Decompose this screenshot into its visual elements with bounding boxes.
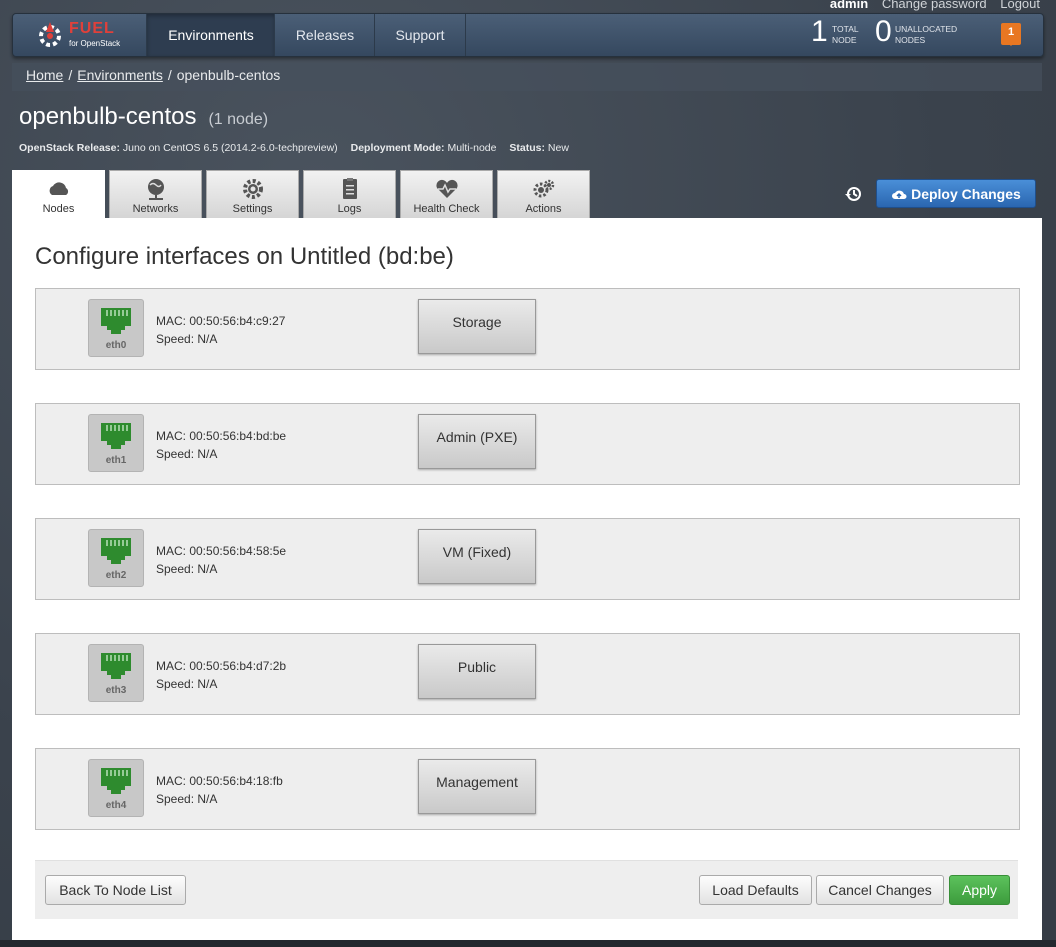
apply-button[interactable]: Apply [949,875,1010,905]
main-navbar: FUEL for OpenStack Environments Releases… [12,13,1044,57]
mac-address: MAC: 00:50:56:b4:18:fb [156,774,283,788]
tab-networks[interactable]: Networks [109,170,202,218]
nav-support[interactable]: Support [374,14,466,56]
port-eth1[interactable]: eth1 [88,414,144,472]
port-eth2[interactable]: eth2 [88,529,144,587]
brand-sub: for OpenStack [69,39,121,48]
unallocated-nodes-label: UNALLOCATED NODES [895,24,958,45]
interface-row: eth0 MAC: 00:50:56:b4:c9:27 Speed: N/A S… [35,288,1020,370]
page-heading: Configure interfaces on Untitled (bd:be) [35,243,454,270]
total-nodes-label: TOTAL NODE [832,24,859,45]
tab-health-check[interactable]: Health Check [400,170,493,218]
interface-row: eth2 MAC: 00:50:56:b4:58:5e Speed: N/A V… [35,518,1020,600]
cloud-icon [49,182,68,195]
interface-info: MAC: 00:50:56:b4:d7:2b Speed: N/A [156,657,286,693]
node-count: (1 node) [208,111,269,128]
ethernet-port-icon [101,308,131,334]
ethernet-port-icon [101,653,131,679]
mode-value: Multi-node [447,142,497,154]
gear-icon [242,179,263,199]
tab-nodes[interactable]: Nodes [12,170,105,219]
page-title: openbulb-centos (1 node) [19,103,268,131]
globe-icon [147,179,164,200]
deploy-changes-button[interactable]: Deploy Changes [876,179,1036,208]
total-nodes-count: 1 [811,15,828,48]
interface-info: MAC: 00:50:56:b4:18:fb Speed: N/A [156,772,283,808]
interface-row: eth3 MAC: 00:50:56:b4:d7:2b Speed: N/A P… [35,633,1020,715]
unallocated-nodes-count: 0 [875,15,892,48]
speed: Speed: N/A [156,332,218,346]
nav-environments[interactable]: Environments [146,14,275,56]
tab-actions[interactable]: Actions [497,170,590,218]
network-management[interactable]: Management [418,759,536,814]
interface-info: MAC: 00:50:56:b4:58:5e Speed: N/A [156,542,286,578]
brand-name: FUEL [69,20,115,37]
interface-info: MAC: 00:50:56:b4:c9:27 Speed: N/A [156,312,285,348]
breadcrumb-current: openbulb-centos [176,67,281,83]
interface-info: MAC: 00:50:56:b4:bd:be Speed: N/A [156,427,286,463]
user-bar: admin Change password Logout [820,0,1040,11]
network-vm-fixed[interactable]: VM (Fixed) [418,529,536,584]
nav-releases[interactable]: Releases [274,14,375,56]
port-eth0[interactable]: eth0 [88,299,144,357]
network-public[interactable]: Public [418,644,536,699]
breadcrumb-home[interactable]: Home [26,67,63,83]
form-footer: Back To Node List Load Defaults Cancel C… [35,860,1018,919]
back-to-node-list-button[interactable]: Back To Node List [45,875,186,905]
breadcrumb: Home / Environments / openbulb-centos [12,63,1042,91]
interface-row: eth4 MAC: 00:50:56:b4:18:fb Speed: N/A M… [35,748,1020,830]
change-password-link[interactable]: Change password [882,0,987,11]
port-eth4[interactable]: eth4 [88,759,144,817]
speed: Speed: N/A [156,447,218,461]
cancel-changes-button[interactable]: Cancel Changes [816,875,944,905]
mac-address: MAC: 00:50:56:b4:bd:be [156,429,287,443]
port-eth3[interactable]: eth3 [88,644,144,702]
ethernet-port-icon [101,768,131,794]
user-name[interactable]: admin [830,0,868,11]
load-defaults-button[interactable]: Load Defaults [699,875,812,905]
mac-address: MAC: 00:50:56:b4:d7:2b [156,659,287,673]
cloud-upload-icon [892,190,907,199]
speed: Speed: N/A [156,562,218,576]
interfaces-panel: Configure interfaces on Untitled (bd:be)… [12,218,1042,940]
network-storage[interactable]: Storage [418,299,536,354]
history-icon[interactable] [844,185,862,203]
environment-meta: OpenStack Release: Juno on CentOS 6.5 (2… [19,142,569,154]
network-admin-pxe[interactable]: Admin (PXE) [418,414,536,469]
speed: Speed: N/A [156,677,218,691]
fuel-logo-icon [39,22,61,47]
speed: Speed: N/A [156,792,218,806]
notifications-badge[interactable]: 1 [1001,23,1021,46]
heartbeat-icon [435,179,458,198]
status-value: New [547,142,569,154]
clipboard-icon [342,178,357,199]
ethernet-port-icon [101,538,131,564]
environment-name: openbulb-centos [19,103,197,130]
mac-address: MAC: 00:50:56:b4:58:5e [156,544,287,558]
interface-row: eth1 MAC: 00:50:56:b4:bd:be Speed: N/A A… [35,403,1020,485]
release-value: Juno on CentOS 6.5 (2014.2-6.0-techprevi… [122,142,338,154]
breadcrumb-environments[interactable]: Environments [77,67,163,83]
tab-settings[interactable]: Settings [206,170,299,218]
tab-logs[interactable]: Logs [303,170,396,218]
mac-address: MAC: 00:50:56:b4:c9:27 [156,314,286,328]
cogs-icon [533,179,554,198]
bottom-edge [0,940,1056,947]
logout-link[interactable]: Logout [1000,0,1040,11]
fuel-logo[interactable]: FUEL for OpenStack [35,19,145,51]
ethernet-port-icon [101,423,131,449]
